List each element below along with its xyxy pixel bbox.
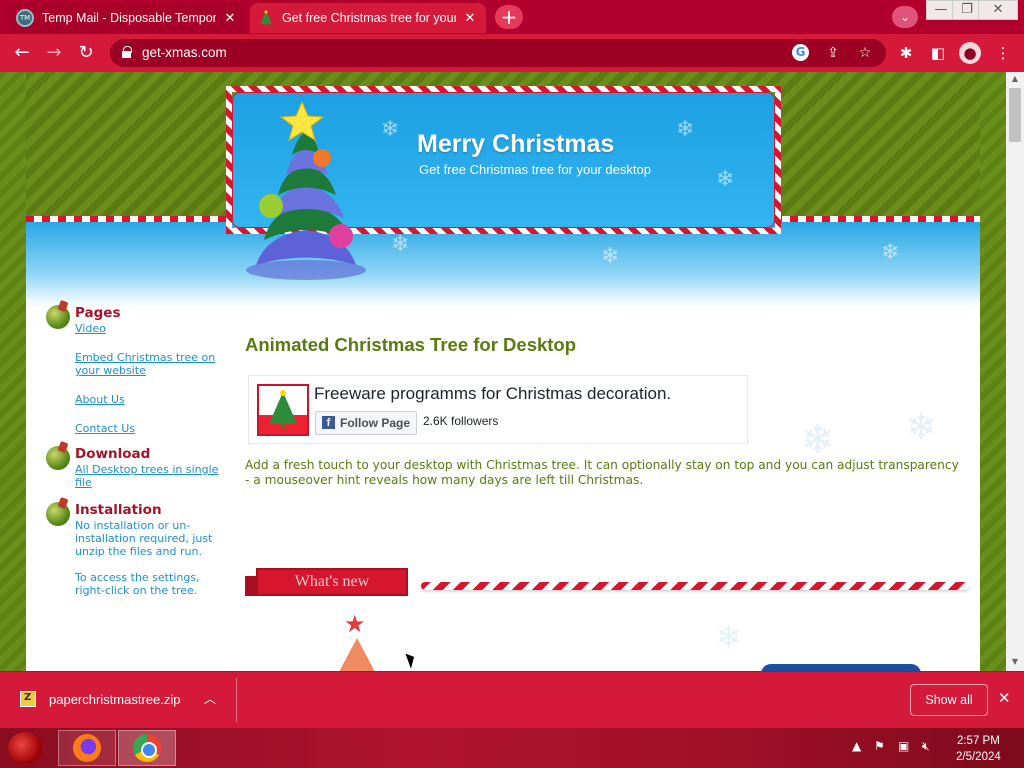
scrollbar-thumb[interactable] — [1009, 88, 1021, 142]
tab-title: Get free Christmas tree for your d — [282, 11, 456, 25]
star-icon: ★ — [344, 610, 366, 638]
sky-gradient — [26, 222, 980, 307]
browser-toolbar: ← → ↻ get-xmas.com G ⇪ ☆ ✱ ◧ ● ⋮ — [0, 34, 1024, 72]
sidebar-link-embed[interactable]: Embed Christmas tree on your website — [75, 351, 226, 377]
window-close-button[interactable]: ✕ — [978, 0, 1018, 20]
clock-date: 2/5/2024 — [956, 751, 1001, 763]
ornament-bullet-icon — [46, 446, 70, 470]
firefox-icon — [73, 734, 101, 762]
sidebar-heading-installation: Installation — [75, 502, 162, 518]
close-download-shelf-icon[interactable]: ✕ — [998, 689, 1011, 707]
page-side-pattern-left — [0, 72, 26, 671]
page-content: ❄ ❄ ❄ ❄ ❄ ❄ ❄ ❄ ❄ Merry Christmas Get fr… — [26, 72, 980, 671]
follow-page-button[interactable]: f Follow Page — [315, 411, 417, 435]
vertical-scrollbar[interactable]: ▲ ▼ — [1006, 72, 1024, 671]
download-shelf: paperchristmastree.zip ︿ Show all ✕ — [0, 671, 1024, 728]
snowflake-icon: ❄ — [881, 240, 900, 265]
whats-new-ribbon: What's new — [256, 568, 408, 596]
snowflake-icon: ❄ — [381, 117, 400, 142]
windows-taskbar: ▲ ⚑ ▣ 🔇︎ 2:57 PM 2/5/2024 — [0, 728, 1024, 768]
blue-button-partial[interactable] — [761, 664, 921, 671]
scroll-down-arrow-icon[interactable]: ▼ — [1006, 655, 1024, 669]
sidebar: Pages Video Embed Christmas tree on your… — [46, 304, 226, 607]
tab-title: Temp Mail - Disposable Tempora — [42, 11, 216, 25]
back-arrow-icon[interactable]: ← — [10, 42, 34, 64]
tab-search-chevron-icon[interactable]: ⌄ — [892, 6, 918, 28]
follow-page-label: Follow Page — [340, 416, 411, 430]
followers-count: 2.6K followers — [423, 414, 499, 428]
scroll-up-arrow-icon[interactable]: ▲ — [1006, 72, 1024, 86]
tab-strip: TM Temp Mail - Disposable Tempora ✕ Get … — [0, 0, 1024, 34]
chevron-up-icon[interactable]: ︿ — [204, 690, 216, 707]
close-tab-icon[interactable]: ✕ — [222, 11, 238, 26]
network-icon[interactable]: ▣ — [898, 739, 909, 753]
close-tab-icon[interactable]: ✕ — [462, 11, 478, 26]
sidebar-link-video[interactable]: Video — [75, 322, 226, 335]
menu-kebab-icon[interactable]: ⋮ — [992, 42, 1014, 64]
sidebar-link-about[interactable]: About Us — [75, 393, 226, 406]
snowflake-icon: ❄ — [906, 407, 937, 448]
sidebar-section-installation: Installation No installation or un-insta… — [46, 501, 226, 597]
address-bar[interactable]: get-xmas.com G ⇪ ☆ — [110, 39, 886, 67]
clock-time: 2:57 PM — [956, 735, 1000, 747]
christmas-tree-favicon-icon — [260, 10, 272, 26]
lock-icon[interactable] — [122, 46, 132, 58]
ornament-bullet-icon — [46, 502, 70, 526]
description-text: Add a fresh touch to your desktop with C… — [245, 458, 959, 487]
url-text[interactable]: get-xmas.com — [142, 45, 227, 60]
snowflake-icon: ❄ — [676, 117, 695, 142]
christmas-tree-logo-icon — [246, 100, 366, 280]
system-clock[interactable]: 2:57 PM 2/5/2024 — [956, 733, 1001, 765]
facebook-page-name[interactable]: Freeware programms for Christmas decorat… — [314, 384, 671, 404]
installation-text: No installation or un-installation requi… — [75, 519, 213, 558]
sidebar-heading-pages: Pages — [75, 305, 121, 321]
tab-get-xmas[interactable]: Get free Christmas tree for your d ✕ — [250, 3, 486, 33]
snowflake-icon: ❄ — [801, 417, 835, 463]
snowflake-icon: ❄ — [716, 167, 735, 192]
zip-file-icon[interactable] — [20, 691, 36, 707]
site-title: Merry Christmas — [417, 130, 615, 158]
taskbar-chrome[interactable] — [118, 730, 176, 766]
bookmark-star-icon[interactable]: ☆ — [855, 44, 875, 62]
paper-tree-preview — [339, 638, 375, 671]
extensions-puzzle-icon[interactable]: ✱ — [895, 42, 917, 64]
settings-hint-text: To access the settings, right-click on t… — [75, 571, 200, 597]
sidebar-section-download: Download All Desktop trees in single fil… — [46, 445, 226, 489]
download-file-name[interactable]: paperchristmastree.zip — [49, 692, 181, 707]
page-side-pattern-right — [980, 72, 1006, 671]
sidebar-link-all-trees[interactable]: All Desktop trees in single file — [75, 463, 226, 489]
snowflake-icon: ❄ — [601, 244, 620, 269]
sidebar-section-pages: Pages Video Embed Christmas tree on your… — [46, 304, 226, 435]
start-button-ornament-icon[interactable] — [8, 732, 42, 764]
new-tab-button[interactable]: + — [495, 5, 523, 29]
download-separator — [236, 678, 237, 722]
taskbar-firefox[interactable] — [58, 730, 116, 766]
forward-arrow-icon[interactable]: → — [42, 42, 66, 64]
google-lens-icon[interactable]: G — [792, 44, 809, 61]
facebook-page-thumbnail[interactable] — [257, 384, 309, 436]
tab-temp-mail[interactable]: TM Temp Mail - Disposable Tempora ✕ — [8, 3, 246, 33]
volume-muted-icon[interactable]: 🔇︎ — [922, 739, 930, 754]
tray-overflow-arrow-icon[interactable]: ▲ — [852, 739, 861, 753]
action-center-flag-icon[interactable]: ⚑ — [874, 739, 885, 753]
share-icon[interactable]: ⇪ — [823, 44, 843, 62]
sidebar-link-contact[interactable]: Contact Us — [75, 422, 226, 435]
site-subtitle: Get free Christmas tree for your desktop — [419, 162, 651, 177]
chrome-icon — [133, 734, 161, 762]
christmas-tree-thumbnail-icon — [269, 390, 297, 429]
reload-icon[interactable]: ↻ — [74, 42, 98, 64]
snowflake-icon: ❄ — [391, 232, 410, 257]
snowflake-icon: ❄ — [716, 620, 742, 655]
sidebar-heading-download: Download — [75, 446, 151, 462]
candy-cane-divider — [421, 582, 969, 590]
temp-mail-favicon-icon: TM — [16, 9, 34, 27]
profile-avatar-icon[interactable]: ● — [959, 42, 981, 64]
main-heading: Animated Christmas Tree for Desktop — [245, 334, 577, 355]
ornament-bullet-icon — [46, 305, 70, 329]
show-all-button[interactable]: Show all — [910, 684, 988, 716]
page-viewport: ❄ ❄ ❄ ❄ ❄ ❄ ❄ ❄ ❄ Merry Christmas Get fr… — [0, 72, 1024, 671]
facebook-page-widget: Freeware programms for Christmas decorat… — [248, 375, 748, 444]
facebook-icon: f — [322, 416, 335, 429]
side-panel-icon[interactable]: ◧ — [927, 42, 949, 64]
